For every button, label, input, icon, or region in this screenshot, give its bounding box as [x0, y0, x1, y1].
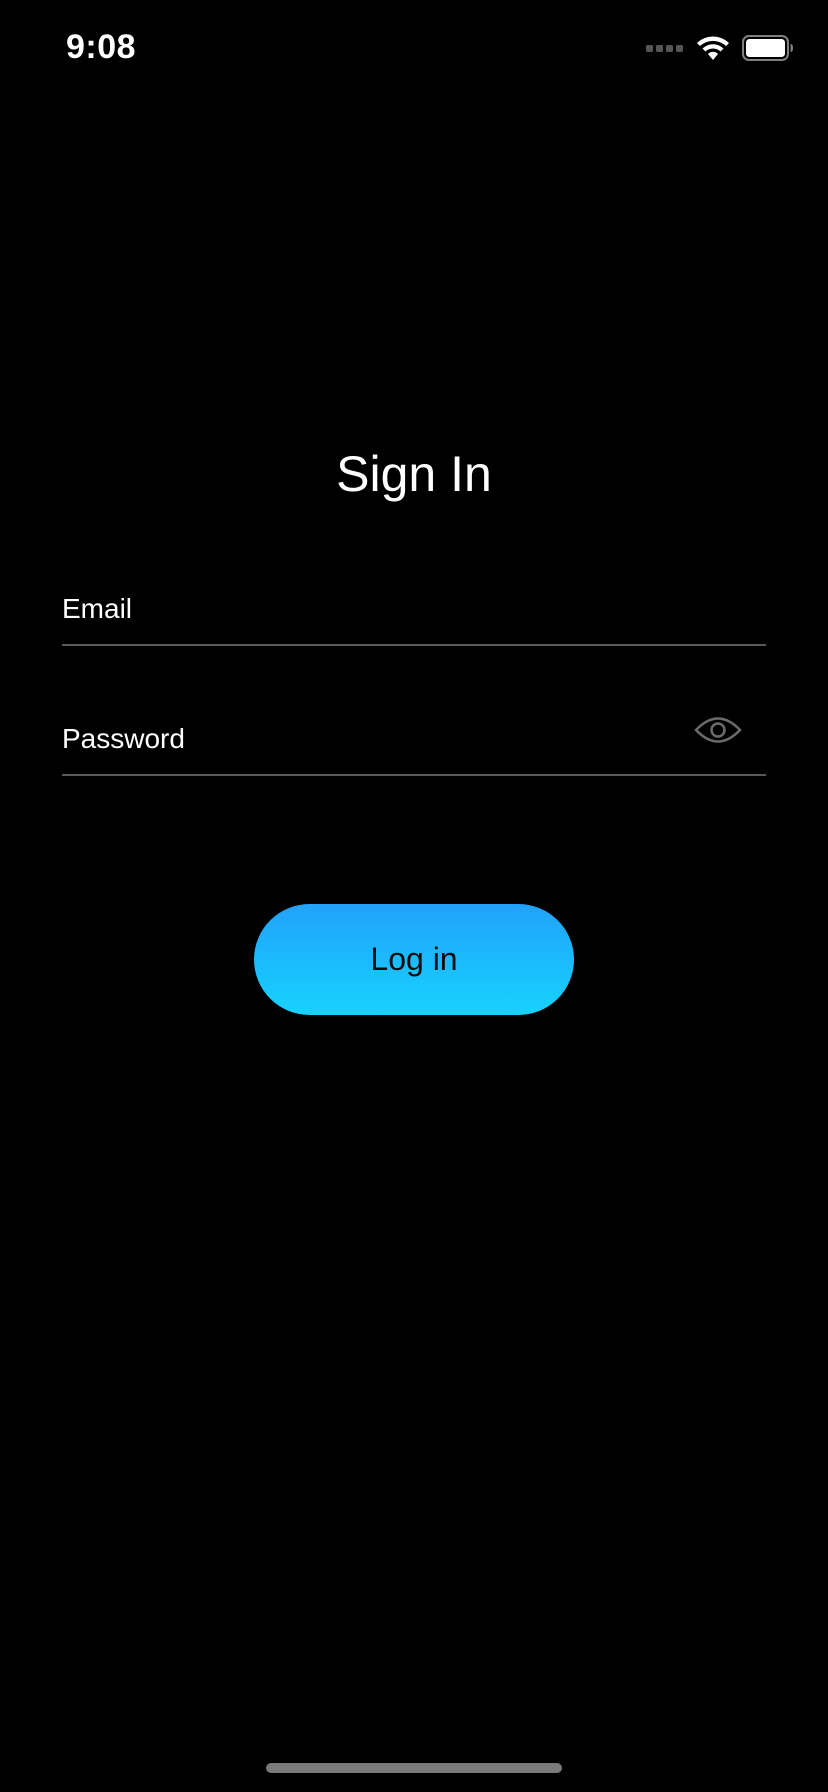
login-button[interactable]: Log in	[254, 904, 574, 1015]
home-indicator	[266, 1763, 562, 1773]
wifi-icon	[696, 35, 730, 66]
email-field[interactable]	[62, 578, 766, 640]
page-title: Sign In	[336, 446, 492, 502]
email-field-container	[62, 578, 766, 646]
cellular-signal-icon	[646, 41, 684, 59]
eye-icon	[694, 713, 742, 752]
status-indicators	[646, 34, 794, 66]
password-field[interactable]	[62, 708, 682, 770]
status-bar: 9:08	[0, 0, 828, 100]
status-time: 9:08	[66, 28, 137, 66]
battery-icon	[742, 34, 794, 66]
toggle-password-visibility-button[interactable]	[694, 708, 742, 756]
password-field-container	[62, 708, 766, 776]
